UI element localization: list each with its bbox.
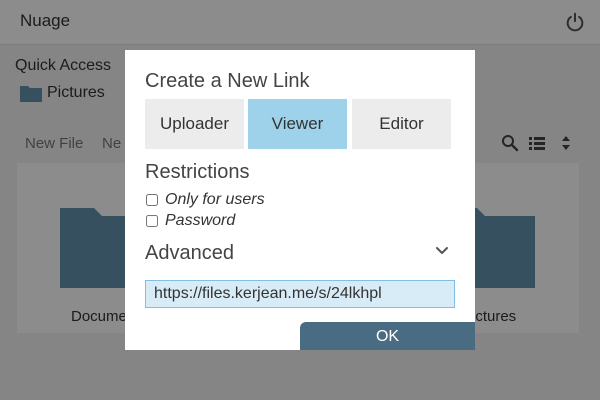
only-for-users-label: Only for users [165,191,265,208]
advanced-toggle[interactable]: Advanced [145,242,234,265]
ok-button[interactable]: OK [300,322,475,350]
only-for-users-option[interactable]: Only for users [145,191,265,209]
share-link-field[interactable] [145,280,455,308]
dialog-title: Create a New Link [145,70,310,92]
password-checkbox[interactable] [146,215,158,227]
role-uploader-button[interactable]: Uploader [145,99,244,149]
restrictions-heading: Restrictions [145,161,250,183]
share-link-dialog: Create a New Link Uploader Viewer Editor… [125,50,475,350]
role-viewer-button[interactable]: Viewer [248,99,347,149]
only-for-users-checkbox[interactable] [146,194,158,206]
role-editor-button[interactable]: Editor [352,99,451,149]
password-label: Password [165,212,236,229]
chevron-down-icon[interactable] [435,246,449,256]
password-option[interactable]: Password [145,212,235,230]
